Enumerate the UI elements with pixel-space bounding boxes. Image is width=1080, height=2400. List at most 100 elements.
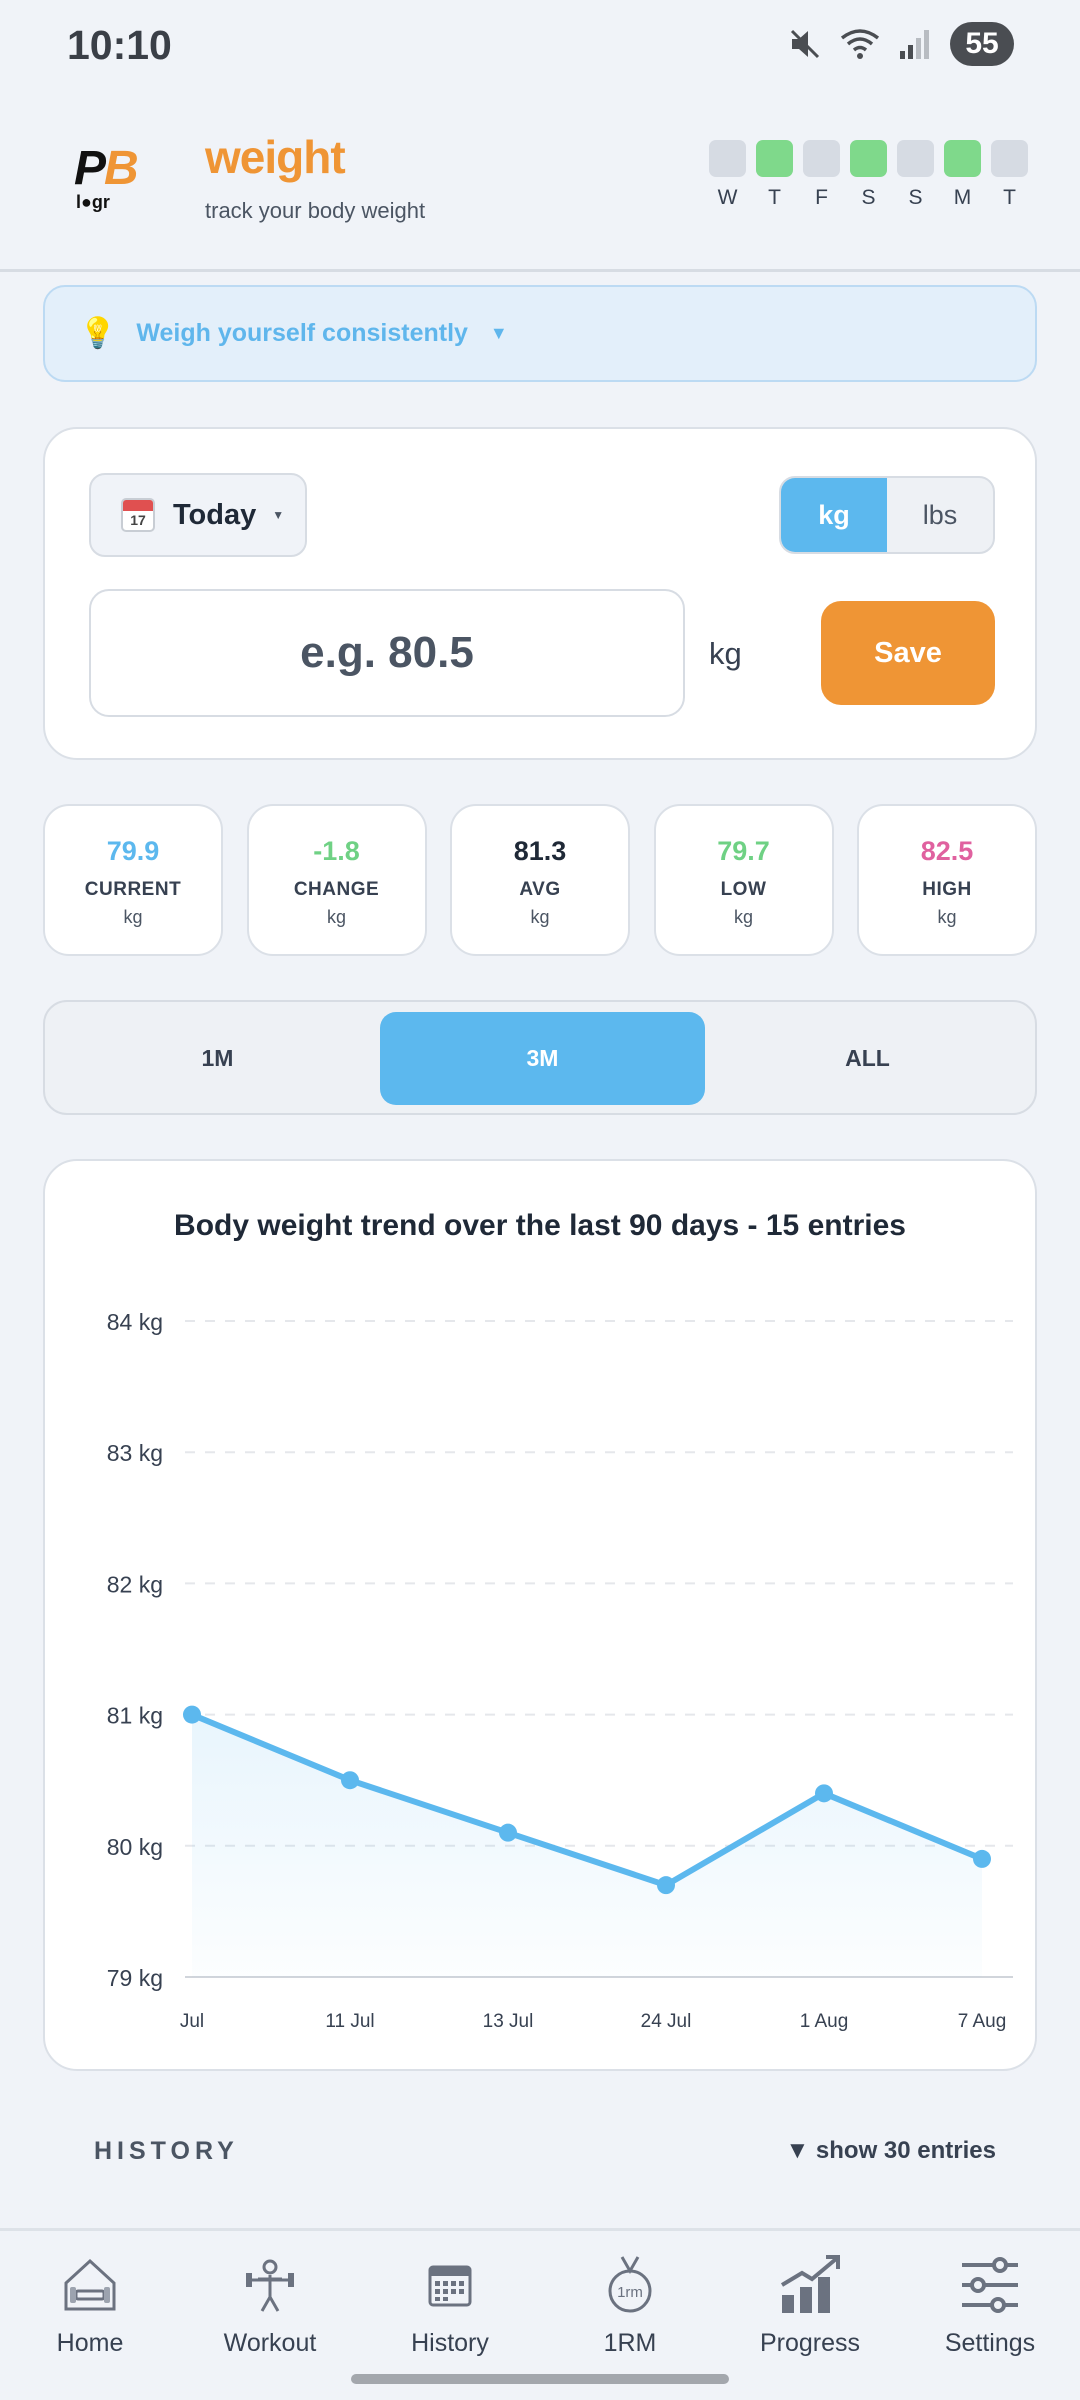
status-bar: 10:10 55: [0, 0, 1080, 90]
chart-x-tick-label: 11 Jul: [325, 2011, 374, 2032]
week-day-indicator: [944, 140, 981, 177]
week-day-indicator: [803, 140, 840, 177]
nav-label-settings: Settings: [944, 2329, 1036, 2357]
chart-x-tick-label: 7 Aug: [958, 2011, 1007, 2032]
chart-x-tick-label: 24 Jul: [641, 2011, 692, 2032]
stat-value: -1.8: [313, 836, 360, 866]
nav-item-progress[interactable]: Progress: [720, 2253, 900, 2358]
settings-sliders-icon: [962, 2257, 1018, 2313]
weight-chart-card: Body weight trend over the last 90 days …: [43, 1159, 1037, 2071]
stat-name: AVG: [519, 879, 561, 900]
stat-name: HIGH: [922, 879, 972, 900]
page-subtitle: track your body weight: [205, 198, 426, 223]
chart-point: [341, 1771, 359, 1790]
week-day-indicator: [991, 140, 1028, 177]
calendar-icon: [428, 2265, 472, 2307]
chart-point: [499, 1823, 517, 1842]
svg-text:B: B: [104, 142, 139, 195]
calendar-icon: 17: [121, 498, 155, 532]
stat-card-current: 79.9 CURRENT kg: [43, 804, 223, 956]
unit-option-kg[interactable]: kg: [781, 478, 887, 552]
week-day: T: [756, 140, 793, 210]
workout-icon: [246, 2259, 294, 2312]
week-day-label: T: [768, 186, 781, 209]
stat-unit: kg: [733, 907, 753, 927]
nav-item-settings[interactable]: Settings: [900, 2253, 1080, 2358]
stats-row: 79.9 CURRENT kg -1.8 CHANGE kg 81.3 AVG kg 79.7 LO…: [43, 804, 1037, 956]
caret-down-icon: ▼: [272, 508, 285, 522]
nav-label-home: Home: [56, 2329, 124, 2357]
home-icon: [64, 2258, 116, 2311]
nav-item-history[interactable]: History: [360, 2253, 540, 2358]
week-streak: WTFSSMT: [709, 140, 1028, 210]
stat-name: CHANGE: [293, 879, 380, 900]
range-tab-all[interactable]: ALL: [705, 1012, 1030, 1105]
stat-name: CURRENT: [84, 879, 182, 900]
stat-unit: kg: [326, 907, 346, 927]
chart-y-tick-label: 79 kg: [107, 1965, 163, 1991]
status-time: 10:10: [67, 22, 172, 68]
unit-toggle[interactable]: kg lbs: [779, 476, 995, 554]
stat-card-high: 82.5 HIGH kg: [857, 804, 1037, 956]
stat-value: 82.5: [920, 836, 974, 866]
week-day-indicator: [850, 140, 887, 177]
chart-point: [657, 1876, 675, 1895]
weight-trend-chart: 84 kg 83 kg 82 kg 81 kg 80 kg 79 kg Jul 11 Jul 1…: [107, 1309, 1013, 2032]
week-day-indicator: [897, 140, 934, 177]
history-heading: HISTORY: [94, 2137, 239, 2165]
chart-y-tick-label: 82 kg: [107, 1571, 163, 1597]
week-day-label: S: [861, 186, 876, 209]
home-indicator[interactable]: [351, 2374, 729, 2384]
weight-input[interactable]: [89, 589, 685, 717]
nav-label-history: History: [411, 2329, 489, 2357]
range-tab-3m[interactable]: 3M: [380, 1012, 705, 1105]
stat-value: 79.9: [106, 836, 160, 866]
medal-icon: 1rm: [608, 2256, 652, 2313]
week-day-label: M: [953, 186, 972, 209]
chart-x-tick-label: Jul: [180, 2011, 204, 2032]
nav-item-workout[interactable]: Workout: [180, 2253, 360, 2358]
stat-unit: kg: [123, 907, 143, 927]
week-day-indicator: [756, 140, 793, 177]
battery-icon: 55: [950, 22, 1014, 66]
lightbulb-icon: 💡: [79, 317, 117, 350]
week-day-indicator: [709, 140, 746, 177]
week-day-label: S: [908, 186, 923, 209]
header: P B l●gr weight track your body weight W…: [0, 90, 1080, 272]
week-day: W: [709, 140, 746, 210]
wifi-icon: [840, 29, 880, 59]
week-day-label: T: [1003, 186, 1016, 209]
range-tab-1m[interactable]: 1M: [55, 1012, 380, 1105]
save-button[interactable]: Save: [821, 601, 995, 705]
calendar-icon-day: 17: [130, 512, 146, 528]
stat-name: LOW: [720, 879, 767, 900]
history-show-entries-toggle[interactable]: ▼ show 30 entries: [786, 2137, 997, 2165]
progress-chart-icon: [780, 2255, 840, 2313]
date-picker-button[interactable]: 17 Today ▼: [89, 473, 307, 557]
tip-banner[interactable]: 💡 Weigh yourself consistently ▼: [43, 285, 1037, 382]
svg-text:P: P: [74, 142, 107, 195]
nav-item-1rm[interactable]: 1rm 1RM: [540, 2253, 720, 2358]
range-tabs: 1M 3M ALL: [43, 1000, 1037, 1115]
nav-label-progress: Progress: [759, 2329, 861, 2357]
chart-point: [183, 1705, 201, 1724]
chart-y-tick-label: 84 kg: [107, 1309, 163, 1335]
stat-unit: kg: [937, 907, 957, 927]
unit-option-lbs[interactable]: lbs: [887, 478, 993, 552]
mute-icon: [790, 29, 820, 59]
nav-label-1rm: 1RM: [603, 2329, 657, 2357]
tip-text: Weigh yourself consistently: [136, 319, 468, 347]
stat-value: 79.7: [717, 836, 770, 866]
week-day: S: [897, 140, 934, 210]
date-label: Today: [173, 498, 257, 531]
svg-text:1rm: 1rm: [617, 2284, 643, 2301]
chart-point: [815, 1784, 833, 1803]
chart-y-tick-label: 83 kg: [107, 1440, 163, 1466]
nav-item-home[interactable]: Home: [0, 2253, 180, 2358]
weight-entry-card: 17 Today ▼ kglbs kg Save: [43, 427, 1037, 760]
week-day: S: [850, 140, 887, 210]
stat-unit: kg: [530, 907, 550, 927]
nav-label-workout: Workout: [223, 2329, 317, 2357]
chart-y-tick-label: 81 kg: [107, 1703, 163, 1729]
chart-y-tick-label: 80 kg: [107, 1834, 163, 1860]
